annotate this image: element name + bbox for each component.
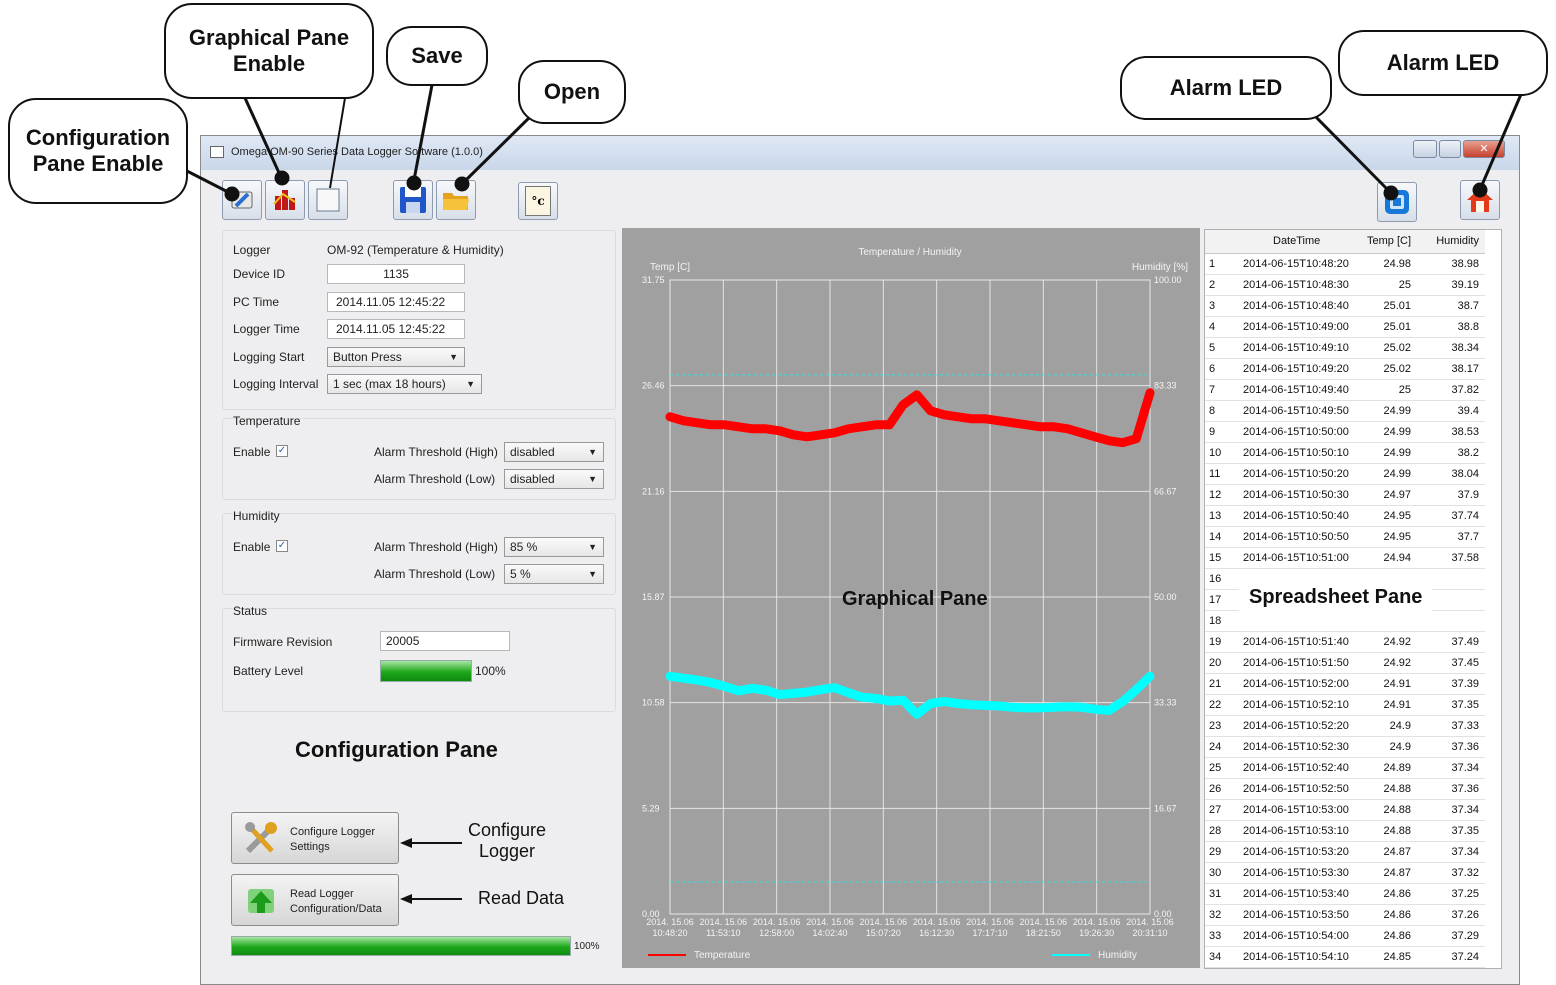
callout-open: Open bbox=[518, 60, 626, 124]
callout-save: Save bbox=[386, 26, 488, 86]
callout-graph-pane-enable: Graphical Pane Enable bbox=[164, 3, 374, 99]
callout-config-pane-enable: Configuration Pane Enable bbox=[8, 98, 188, 204]
callout-leader-lines bbox=[184, 84, 1524, 202]
callout-alarm-led-2: Alarm LED bbox=[1338, 30, 1548, 96]
callout-alarm-led-1: Alarm LED bbox=[1120, 56, 1332, 120]
